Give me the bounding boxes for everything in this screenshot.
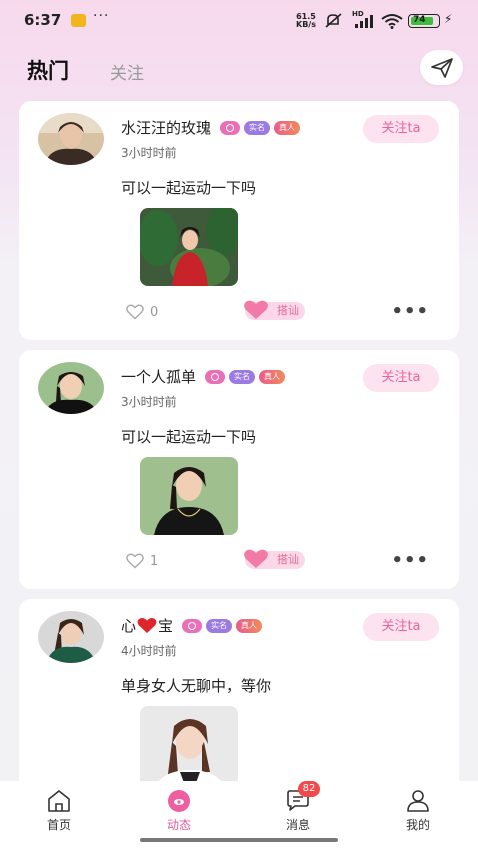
publish-button[interactable] [420,50,463,85]
tab-hot[interactable]: 热门 [27,55,69,85]
red-heart-icon [137,617,157,633]
feed-header: 热门 关注 [0,50,478,90]
avatar[interactable] [38,362,104,414]
chat-up-button[interactable]: 搭讪 [244,549,305,569]
search-badge-icon [220,120,241,135]
nav-feed-label: 动态 [166,818,191,832]
author-name-suffix: 宝 [158,617,174,635]
heart-icon [244,300,268,319]
post-content: 可以一起运动一下吗 [121,179,257,197]
unread-messages-badge: 82 [298,781,320,797]
author-name-prefix: 心 [121,617,137,635]
battery-level: 74 [413,15,426,25]
post-card[interactable]: 一个人孤单 实名 真人 3小时时前 关注ta 可以一起运动一下吗 1 搭讪 ••… [19,350,459,589]
verified-real-person-badge: 真人 [274,120,301,135]
follow-button[interactable]: 关注ta [363,613,439,641]
post-photo[interactable] [140,208,238,286]
post-author[interactable]: 一个人孤单 实名 真人 [121,366,286,387]
status-bar: 6:37 ··· 61.5 KB/s HD 74 ⚡ [0,0,478,44]
post-time: 3小时时前 [121,395,177,409]
net-speed: 61.5 KB/s [296,13,316,29]
profile-icon [407,790,429,812]
heart-outline-icon [126,304,144,320]
nav-feed[interactable]: 动态 [149,789,209,833]
verified-real-name-badge: 实名 [229,369,256,384]
paper-plane-icon [430,57,453,78]
more-options-icon[interactable]: ••• [391,301,429,322]
heart-outline-icon [126,553,144,569]
search-badge-icon [182,618,203,633]
post-card[interactable]: 心 宝 实名 真人 4小时时前 关注ta 单身女人无聊中，等你 [19,599,459,799]
chat-up-button[interactable]: 搭讪 [244,300,305,320]
post-time: 3小时时前 [121,146,177,160]
message-notification-icon [71,14,86,27]
home-indicator [140,838,338,842]
tab-follow[interactable]: 关注 [110,59,144,84]
verified-real-person-badge: 真人 [236,618,263,633]
battery-icon: 74 [408,14,440,28]
nav-me[interactable]: 我的 [388,789,448,833]
wifi-icon [381,14,403,29]
more-options-icon[interactable]: ••• [391,550,429,571]
nav-me-label: 我的 [405,818,430,832]
post-time: 4小时时前 [121,644,177,658]
chat-up-label: 搭讪 [277,553,299,566]
more-notifications-indicator: ··· [93,8,110,24]
mute-icon [325,13,342,28]
nav-home-label: 首页 [46,818,71,832]
post-content: 可以一起运动一下吗 [121,428,257,446]
nav-home[interactable]: 首页 [29,789,89,833]
author-name: 水汪汪的玫瑰 [121,119,212,137]
nav-messages[interactable]: 消息 [268,789,328,833]
author-name: 一个人孤单 [121,368,197,386]
search-badge-icon [205,369,226,384]
like-count: 0 [150,304,159,320]
post-card[interactable]: 水汪汪的玫瑰 实名 真人 3小时时前 关注ta 可以一起运动一下吗 0 搭讪 •… [19,101,459,340]
post-content: 单身女人无聊中，等你 [121,677,272,695]
charging-icon: ⚡ [444,12,453,26]
verified-real-name-badge: 实名 [206,618,233,633]
home-icon [48,790,70,812]
heart-icon [244,549,268,568]
like-button[interactable]: 0 [126,304,158,320]
verified-real-person-badge: 真人 [259,369,286,384]
avatar[interactable] [38,611,104,663]
post-photo[interactable] [140,457,238,535]
nav-messages-label: 消息 [285,818,310,832]
follow-button[interactable]: 关注ta [363,364,439,392]
net-speed-unit: KB/s [296,20,316,29]
like-button[interactable]: 1 [126,553,158,569]
post-author[interactable]: 水汪汪的玫瑰 实名 真人 [121,117,301,138]
post-author[interactable]: 心 宝 实名 真人 [121,615,263,636]
verified-real-name-badge: 实名 [244,120,271,135]
like-count: 1 [150,553,159,569]
status-time: 6:37 [24,11,62,29]
follow-button[interactable]: 关注ta [363,115,439,143]
avatar[interactable] [38,113,104,165]
chat-up-label: 搭讪 [277,304,299,317]
signal-icon [355,15,373,28]
feed-icon [168,790,190,812]
